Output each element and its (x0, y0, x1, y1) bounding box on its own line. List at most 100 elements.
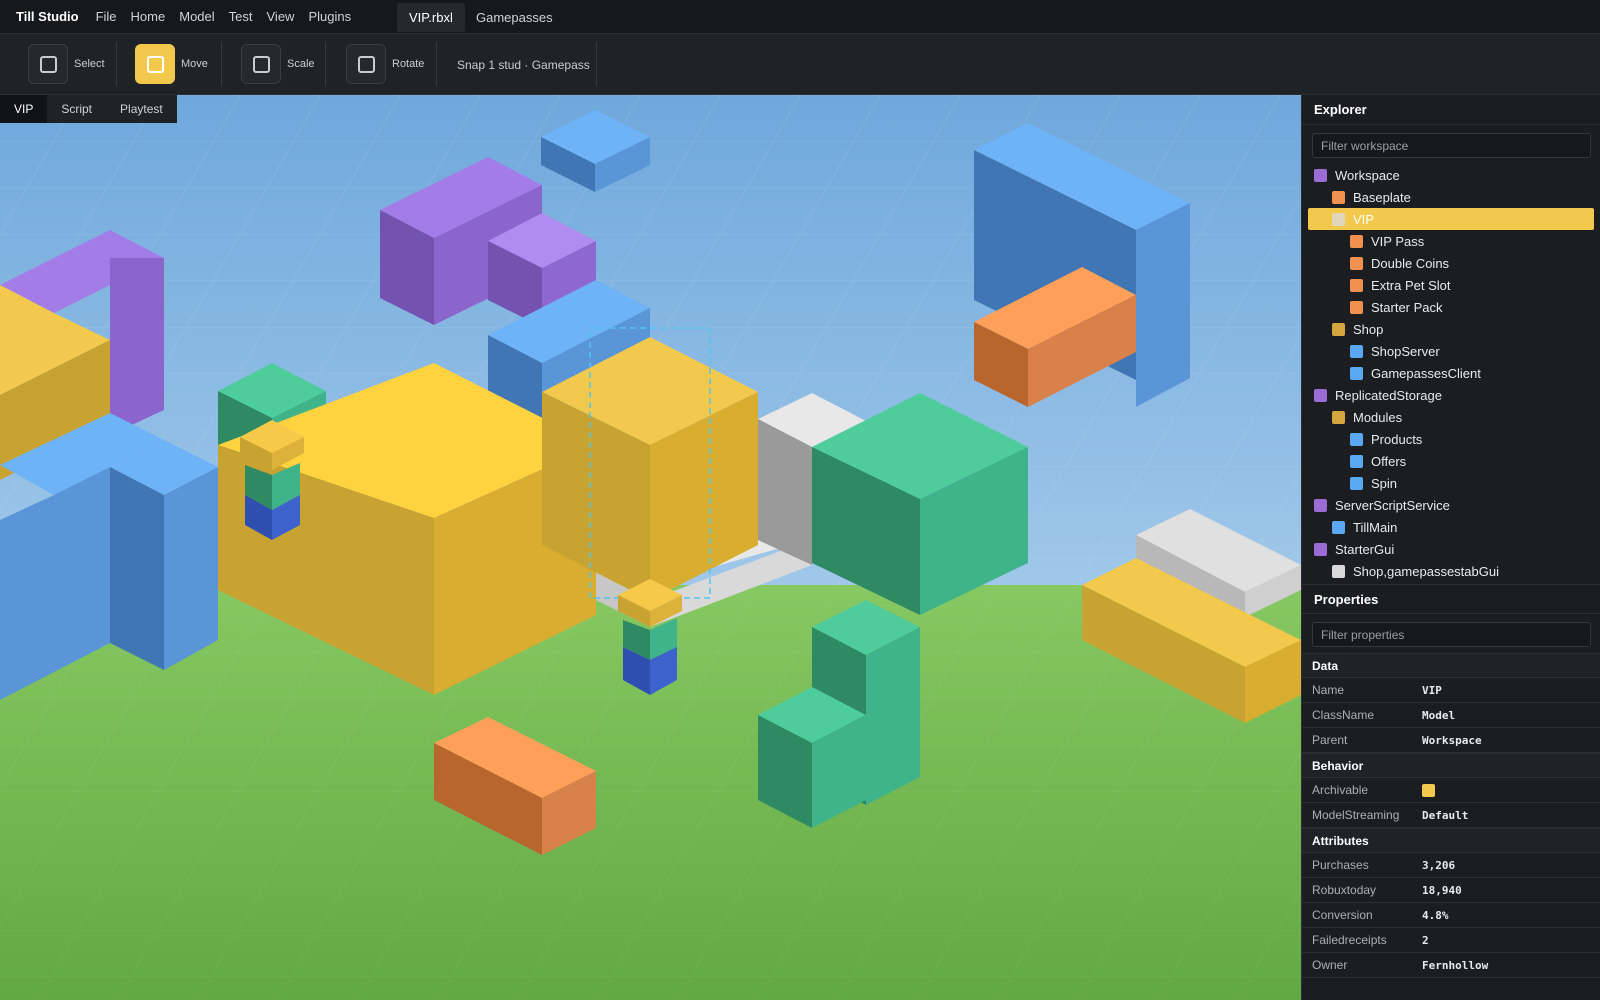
instance-icon (1350, 234, 1363, 248)
explorer-item-label: VIP Pass (1371, 233, 1425, 249)
section-attributes[interactable]: Attributes (1302, 828, 1600, 853)
instance-icon (1314, 498, 1327, 512)
explorer-item[interactable]: Starter Pack (1302, 296, 1600, 318)
file-tab-vip[interactable]: VIP.rbxl (397, 3, 465, 32)
instance-icon (1350, 300, 1363, 314)
snap-setting[interactable]: Snap 1 stud · Gamepass (457, 58, 590, 72)
menu-file[interactable]: File (89, 9, 124, 24)
explorer-item[interactable]: GamepassesClient (1302, 362, 1600, 384)
explorer-item[interactable]: VIP (1308, 208, 1594, 230)
property-row[interactable]: Archivable (1302, 778, 1600, 803)
rotate-tool-icon-box (346, 44, 386, 84)
explorer-item[interactable]: Extra Pet Slot (1302, 274, 1600, 296)
property-value: Model (1422, 708, 1456, 722)
scene-canvas[interactable] (0, 95, 1301, 1000)
property-row[interactable]: Failedreceipts 2 (1302, 928, 1600, 953)
viewport-tab-playtest[interactable]: Playtest (106, 95, 177, 123)
property-value[interactable]: 3,206 (1422, 859, 1455, 872)
explorer-item-label: ShopServer (1371, 343, 1440, 359)
menu-home[interactable]: Home (124, 9, 173, 24)
toolbar-divider (221, 42, 222, 86)
section-data[interactable]: Data (1302, 653, 1600, 678)
property-row[interactable]: Conversion 4.8% (1302, 903, 1600, 928)
instance-icon (1332, 322, 1345, 336)
explorer-item-label: StarterGui (1335, 541, 1395, 557)
toolbar-divider (325, 42, 326, 86)
explorer-item-label: ReplicatedStorage (1335, 387, 1442, 403)
viewport-tab-vip[interactable]: VIP (0, 95, 48, 123)
property-key: Archivable (1312, 783, 1369, 797)
file-tab-gamepasses[interactable]: Gamepasses (464, 3, 565, 32)
instance-icon (1350, 256, 1363, 270)
explorer-item[interactable]: ServerScriptService (1302, 494, 1600, 516)
explorer-item[interactable]: Shop,gamepassestabGui (1302, 560, 1600, 582)
property-row[interactable]: Parent Workspace (1302, 728, 1600, 753)
explorer-item[interactable]: ShopServer (1302, 340, 1600, 362)
explorer-item[interactable]: Baseplate (1302, 186, 1600, 208)
property-value[interactable]: Fernhollow (1422, 959, 1488, 972)
explorer-item[interactable]: Workspace (1302, 164, 1600, 186)
explorer-item-label: Spin (1371, 475, 1398, 491)
explorer-item[interactable]: Offers (1302, 450, 1600, 472)
select-tool-icon-box (28, 44, 68, 84)
explorer-item[interactable]: ReplicatedStorage (1302, 384, 1600, 406)
instance-icon (1314, 388, 1327, 402)
properties-filter-input[interactable] (1312, 622, 1591, 647)
move-icon (146, 55, 164, 73)
property-row[interactable]: Robuxtoday 18,940 (1302, 878, 1600, 903)
menu-view[interactable]: View (260, 9, 302, 24)
property-key: ClassName (1312, 708, 1375, 722)
instance-icon (1350, 344, 1363, 358)
explorer-item-label: Workspace (1335, 167, 1400, 183)
menu-plugins[interactable]: Plugins (301, 9, 358, 24)
select-tool-button[interactable]: Select (28, 44, 105, 84)
property-value[interactable]: Default (1422, 809, 1468, 822)
move-tool-button[interactable]: Move (135, 44, 208, 84)
explorer-item[interactable]: Spin (1302, 472, 1600, 494)
scale-tool-icon-box (241, 44, 281, 84)
explorer-item[interactable]: StarterGui (1302, 538, 1600, 560)
property-value[interactable]: 18,940 (1422, 884, 1462, 897)
instance-icon (1332, 190, 1345, 204)
rotate-tool-button[interactable]: Rotate (346, 44, 424, 84)
explorer-filter-input[interactable] (1312, 133, 1591, 158)
menu-test[interactable]: Test (222, 9, 260, 24)
explorer-item[interactable]: Products (1302, 428, 1600, 450)
property-row[interactable]: Purchases 3,206 (1302, 853, 1600, 878)
property-value[interactable]: Workspace (1422, 734, 1482, 747)
property-value[interactable]: 4.8% (1422, 909, 1449, 922)
viewport-tab-script[interactable]: Script (47, 95, 106, 123)
avatar-figure-center[interactable] (618, 579, 682, 695)
explorer-item[interactable]: Double Coins (1302, 252, 1600, 274)
explorer-item-label: Shop,gamepassestabGui (1353, 563, 1499, 579)
property-value[interactable]: VIP (1422, 684, 1442, 697)
toolbar-divider (596, 42, 597, 86)
explorer-item[interactable]: Shop (1302, 318, 1600, 340)
property-key: Robuxtoday (1312, 883, 1377, 897)
explorer-item[interactable]: Modules (1302, 406, 1600, 428)
explorer-item-label: Extra Pet Slot (1371, 277, 1451, 293)
instance-icon (1350, 476, 1363, 490)
move-tool-icon-box (135, 44, 175, 84)
property-row[interactable]: Name VIP (1302, 678, 1600, 703)
property-row[interactable]: ModelStreaming Default (1302, 803, 1600, 828)
property-key: Failedreceipts (1312, 933, 1387, 947)
instance-icon (1350, 278, 1363, 292)
explorer-item[interactable]: VIP Pass (1302, 230, 1600, 252)
explorer-item[interactable]: TillMain (1302, 516, 1600, 538)
block-yellow-selected[interactable] (542, 337, 758, 600)
property-key: Name (1312, 683, 1345, 697)
explorer-item-label: Starter Pack (1371, 299, 1443, 315)
viewport-3d[interactable]: VIP Script Playtest (0, 95, 1301, 1000)
property-row[interactable]: Owner Fernhollow (1302, 953, 1600, 978)
section-behavior[interactable]: Behavior (1302, 753, 1600, 778)
property-key: Conversion (1312, 908, 1373, 922)
properties-header: Properties (1302, 584, 1600, 614)
property-row[interactable]: ClassName Model (1302, 703, 1600, 728)
menu-model[interactable]: Model (172, 9, 221, 24)
archivable-checkbox[interactable] (1422, 783, 1435, 797)
property-value[interactable]: 2 (1422, 934, 1429, 947)
toolbar-divider (116, 42, 117, 86)
scale-tool-button[interactable]: Scale (241, 44, 315, 84)
avatar-figure-left[interactable] (240, 420, 304, 540)
